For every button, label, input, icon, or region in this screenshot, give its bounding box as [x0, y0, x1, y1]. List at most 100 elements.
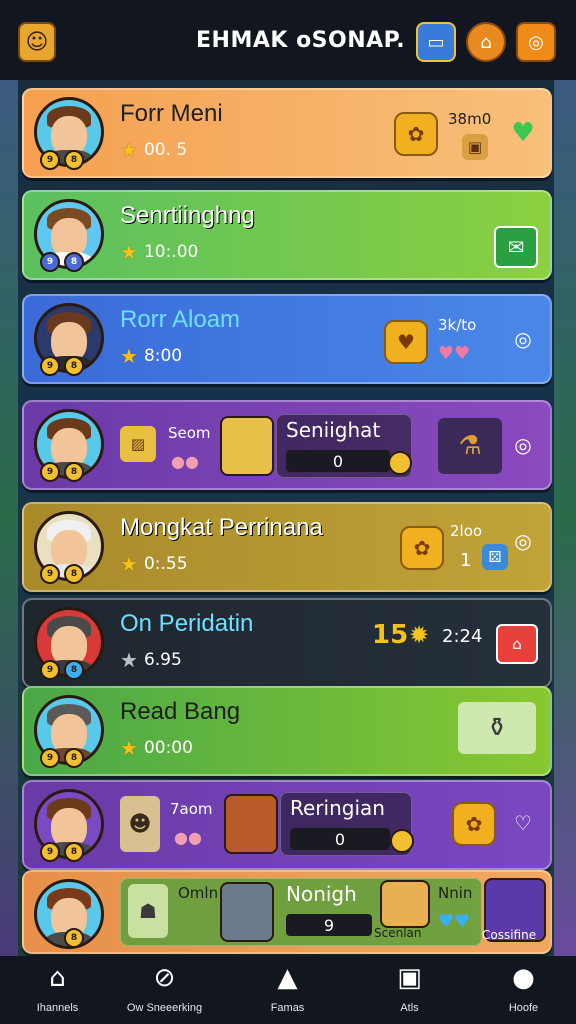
check-heart-icon[interactable]: ♥: [510, 118, 536, 148]
gear-icon[interactable]: ◎: [510, 528, 536, 554]
tab-searching[interactable]: ⊘ Ow Sneeerking: [107, 962, 222, 1022]
panel-value: 9: [286, 914, 372, 936]
home-alert-icon[interactable]: ⌂: [496, 624, 538, 664]
list-item[interactable]: 9 8 Forr Meni ★ 00. 5 ✿ 38m0 ▣ ♥: [22, 88, 552, 178]
star-icon: ★: [120, 552, 138, 576]
list-item[interactable]: 9 8 Rorr Aloam ★ 8:00 ♥ 3k/to ♥♥ ◎: [22, 294, 552, 384]
panel-value: 0: [290, 828, 390, 850]
cookies-icon: ●●: [171, 451, 199, 471]
bottle-icon[interactable]: ⚱: [458, 702, 536, 754]
level-chip: 8: [64, 928, 84, 948]
tab-famas[interactable]: ▲ Famas: [230, 962, 345, 1022]
mini-avatar: [224, 794, 278, 854]
settings-icon[interactable]: ◎: [510, 432, 536, 458]
level-chip: 9: [40, 564, 60, 584]
tab-label: Ihannels: [36, 1002, 79, 1014]
scroll-map-icon: ▨: [120, 426, 156, 462]
card-icon[interactable]: ▭: [416, 22, 456, 62]
right-label: Nnin: [438, 884, 473, 902]
hearts-icon: ♥♥: [437, 910, 471, 932]
level-chip: 9: [40, 660, 60, 680]
level-chip: 8: [64, 564, 84, 584]
potion-icon[interactable]: ⚗: [438, 418, 502, 474]
panel-title: Nonigh: [286, 882, 357, 906]
mail-icon[interactable]: ✉: [494, 226, 538, 268]
heart-icon[interactable]: ♡: [510, 810, 536, 836]
tab-channels[interactable]: ⌂ Ihannels: [0, 962, 115, 1022]
level-chip: 9: [40, 356, 60, 376]
right-value: 38m0: [448, 110, 492, 128]
player-score: ★ 6.95: [120, 648, 182, 672]
top-bar: ☺ EHMAK oSONAP. ▭ ⌂ ◎: [0, 0, 576, 80]
list-item[interactable]: 9 8 Mongkat Perrinana ★ 0:.55 ✿ 2loo 1 ⚄…: [22, 502, 552, 592]
search-icon: ⊘: [153, 963, 176, 993]
right-value: 2:24: [442, 626, 483, 647]
player-score: ★ 10:.00: [120, 240, 199, 264]
level-chip: 8: [64, 748, 84, 768]
tab-profile[interactable]: ● Hoofe: [466, 962, 576, 1022]
cookies-icon: ●●: [174, 827, 202, 847]
player-score: ★ 00:00: [120, 736, 193, 760]
level-chip: 8: [64, 842, 84, 862]
chest-icon[interactable]: ▣: [462, 134, 488, 160]
gold-badge-icon[interactable]: ✿: [400, 526, 444, 570]
shop-bag-icon[interactable]: ◎: [516, 22, 556, 62]
player-score: ★ 0:.55: [120, 552, 188, 576]
player-name: On Peridatin: [120, 610, 254, 637]
level-chip: 8: [64, 660, 84, 680]
frame-icon: ▣: [397, 963, 422, 993]
mini-avatar: [220, 416, 274, 476]
tab-atls[interactable]: ▣ Atls: [352, 962, 467, 1022]
gold-badge-icon[interactable]: ✿: [452, 802, 496, 846]
star-icon: ★: [120, 736, 138, 760]
player-name: Senrtiinghng: [120, 202, 255, 229]
tab-label: Hoofe: [508, 1002, 539, 1014]
star-icon: ★: [120, 344, 138, 368]
hearts-icon: ♥♥: [437, 342, 471, 364]
right-number: 1: [460, 550, 472, 571]
left-label: Seom: [168, 424, 211, 442]
ghost-icon: ☗: [128, 884, 168, 938]
profile-icon: ●: [512, 963, 535, 993]
gear-icon[interactable]: ◎: [510, 326, 536, 352]
panel-value: 0: [286, 450, 390, 472]
heart-badge-icon[interactable]: ♥: [384, 320, 428, 364]
hero-portrait-icon[interactable]: ☺: [18, 22, 56, 62]
level-chip: 9: [40, 748, 60, 768]
level-chip: 8: [64, 150, 84, 170]
home-icon: ⌂: [49, 963, 66, 993]
player-list: 9 8 Forr Meni ★ 00. 5 ✿ 38m0 ▣ ♥ 9 8 Sen…: [16, 82, 558, 954]
left-label: 7aom: [170, 800, 213, 818]
lock-icon: ▲: [277, 963, 298, 993]
player-name: Rorr Aloam: [120, 306, 241, 333]
left-label: Omln: [178, 884, 219, 902]
app-title: EHMAK oSONAP.: [196, 28, 406, 53]
player-name: Read Bang: [120, 698, 241, 725]
dice-icon[interactable]: ⚄: [482, 544, 508, 570]
level-chip: 8: [64, 252, 84, 272]
arrow-up-icon[interactable]: ⌂: [466, 22, 506, 62]
list-item[interactable]: 9 8 On Peridatin ★ 6.95 15 ✹ 2:24 ⌂: [22, 598, 552, 688]
coin-icon: [388, 451, 412, 475]
level-chip: 9: [40, 842, 60, 862]
mini-avatar: [380, 880, 430, 928]
list-item[interactable]: 9 8 Senrtiinghng ★ 10:.00 ✉: [22, 190, 552, 280]
gear-badge-icon: ✹: [408, 621, 430, 649]
list-item[interactable]: 9 8 Read Bang ★ 00:00 ⚱: [22, 686, 552, 776]
mini-caption: Scenlan: [374, 926, 422, 940]
level-chip: 9: [40, 150, 60, 170]
coin-icon: [390, 829, 414, 853]
right-value: 2loo: [450, 522, 483, 540]
trophy-badge-icon[interactable]: ✿: [394, 112, 438, 156]
list-item[interactable]: 9 8 ▨ Seom ●● Seniighat 0 ⚗ ◎: [22, 400, 552, 490]
star-icon: ★: [120, 240, 138, 264]
mini-avatar: [220, 882, 274, 942]
right-value: 3k/to: [438, 316, 477, 334]
star-icon: ★: [120, 648, 138, 672]
mini-caption: Cossifine: [482, 928, 537, 942]
list-item[interactable]: 9 8 ☻ 7aom ●● Reringian 0 ✿ ♡: [22, 780, 552, 870]
cat-icon: ☻: [120, 796, 160, 852]
tab-label: Famas: [270, 1002, 305, 1014]
list-item[interactable]: 8 ☗ Omln Nonigh 9 Scenlan Nnin ♥♥ Cossif…: [22, 870, 552, 954]
panel-title: Seniighat: [286, 418, 381, 442]
